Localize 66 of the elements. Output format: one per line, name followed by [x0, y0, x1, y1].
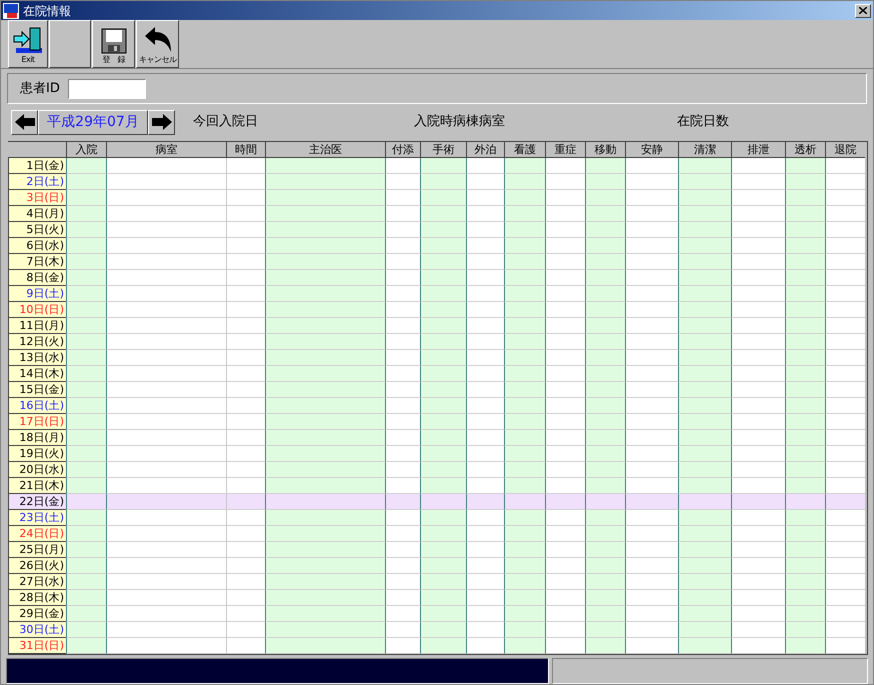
day-label: 3日(日): [8, 190, 66, 206]
day-label: 13日(水): [8, 350, 66, 366]
left-arrow-icon: [14, 113, 36, 132]
day-label: 1日(金): [8, 158, 66, 174]
day-label: 16日(土): [8, 398, 66, 414]
column-header: 入院: [66, 142, 106, 158]
column-header: 退院: [825, 142, 865, 158]
column-header: 外泊: [466, 142, 504, 158]
day-label: 2日(土): [8, 174, 66, 190]
day-label: 10日(日): [8, 302, 66, 318]
day-label: 7日(木): [8, 254, 66, 270]
exit-door-icon: [12, 26, 44, 54]
day-label: 15日(金): [8, 382, 66, 398]
day-label: 25日(月): [8, 542, 66, 558]
register-button[interactable]: 登 録: [92, 20, 135, 68]
day-label: 20日(水): [8, 462, 66, 478]
day-label: 4日(月): [8, 206, 66, 222]
undo-arrow-icon: [142, 26, 172, 54]
column-header: 時間: [226, 142, 265, 158]
column-header: 病室: [106, 142, 226, 158]
day-label: 5日(火): [8, 222, 66, 238]
column-header: 付添: [385, 142, 420, 158]
app-icon: [3, 2, 19, 19]
column-header: 重症: [545, 142, 585, 158]
day-label: 26日(火): [8, 558, 66, 574]
right-arrow-icon: [150, 113, 172, 132]
day-label: 30日(土): [8, 622, 66, 638]
day-label: 14日(木): [8, 366, 66, 382]
patient-id-label: 患者ID: [20, 80, 60, 98]
column-header: 看護: [504, 142, 545, 158]
day-label: 6日(水): [8, 238, 66, 254]
column-header: 主治医: [265, 142, 385, 158]
day-label: 8日(金): [8, 270, 66, 286]
day-label: 28日(木): [8, 590, 66, 606]
day-label: 21日(木): [8, 478, 66, 494]
next-month-button[interactable]: [148, 110, 175, 135]
column-header: 手術: [420, 142, 466, 158]
window-title: 在院情報: [23, 2, 72, 20]
exit-button[interactable]: Exit: [8, 20, 48, 68]
admission-date-label: 今回入院日: [193, 113, 259, 132]
cancel-button[interactable]: キャンセル: [136, 20, 179, 68]
day-label: 9日(土): [8, 286, 66, 302]
day-label: 19日(火): [8, 446, 66, 462]
month-label: 平成29年07月: [38, 110, 148, 135]
day-label: 17日(日): [8, 414, 66, 430]
column-header: 清潔: [678, 142, 731, 158]
day-label: 11日(月): [8, 318, 66, 334]
column-header: 移動: [585, 142, 625, 158]
ward-room-label: 入院時病棟病室: [414, 113, 506, 132]
day-label: 23日(土): [8, 510, 66, 526]
day-label: 18日(月): [8, 430, 66, 446]
day-label: 29日(金): [8, 606, 66, 622]
day-label: 31日(日): [8, 638, 66, 654]
toolbar-button[interactable]: [49, 20, 91, 68]
patient-id-field[interactable]: [68, 78, 146, 99]
close-button[interactable]: [855, 4, 871, 18]
previous-month-button[interactable]: [11, 110, 38, 135]
day-label: 27日(水): [8, 574, 66, 590]
day-label: 24日(日): [8, 526, 66, 542]
day-label: 22日(金): [8, 494, 66, 510]
stay-days-label: 在院日数: [677, 113, 729, 132]
column-header: 透析: [785, 142, 825, 158]
column-header: 安静: [625, 142, 678, 158]
column-header: 排泄: [731, 142, 785, 158]
day-label: 12日(火): [8, 334, 66, 350]
close-icon: [859, 7, 867, 14]
